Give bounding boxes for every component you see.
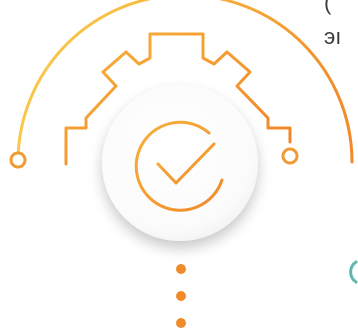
connector-dot — [176, 264, 186, 274]
connector-dot — [176, 291, 186, 301]
center-disc — [102, 85, 258, 241]
right-gear-node — [281, 147, 299, 165]
cropped-teal-element — [349, 260, 358, 284]
left-arc-node — [9, 151, 27, 169]
illustration-canvas: ( эı — [0, 0, 358, 336]
connector-dot — [176, 318, 186, 328]
process-illustration — [9, 0, 358, 328]
